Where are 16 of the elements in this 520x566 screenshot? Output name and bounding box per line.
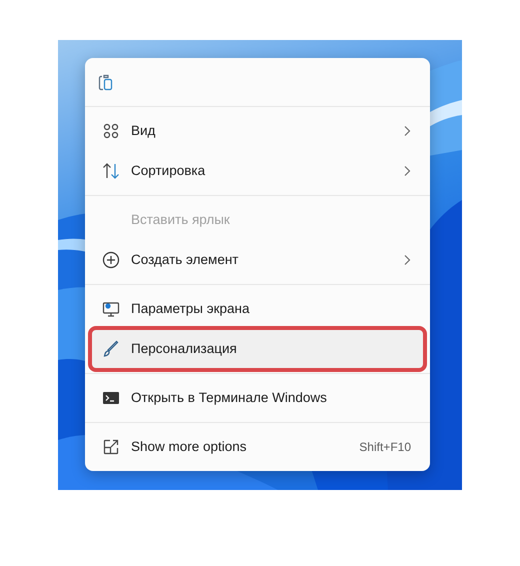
menu-item[interactable]: Персонализация (91, 329, 424, 369)
menu-item[interactable]: Show more options Shift+F10 (89, 427, 426, 467)
menu-item[interactable]: Открыть в Терминале Windows (89, 378, 426, 418)
menu-item[interactable]: Создать элемент (89, 240, 426, 280)
brush-icon (102, 340, 120, 358)
plus-circle-icon (102, 251, 120, 269)
sort-icon (102, 162, 120, 180)
menu-item[interactable]: Вид (89, 111, 426, 151)
external-window-icon (102, 438, 120, 456)
menu-item[interactable]: Параметры экрана (89, 289, 426, 329)
terminal-icon (102, 389, 120, 407)
monitor-icon (102, 300, 120, 318)
menu-item[interactable]: Сортировка (89, 151, 426, 191)
clipboard-icon[interactable] (97, 73, 115, 91)
shortcut-text: Shift+F10 (359, 439, 411, 456)
grid-icon (102, 122, 120, 140)
